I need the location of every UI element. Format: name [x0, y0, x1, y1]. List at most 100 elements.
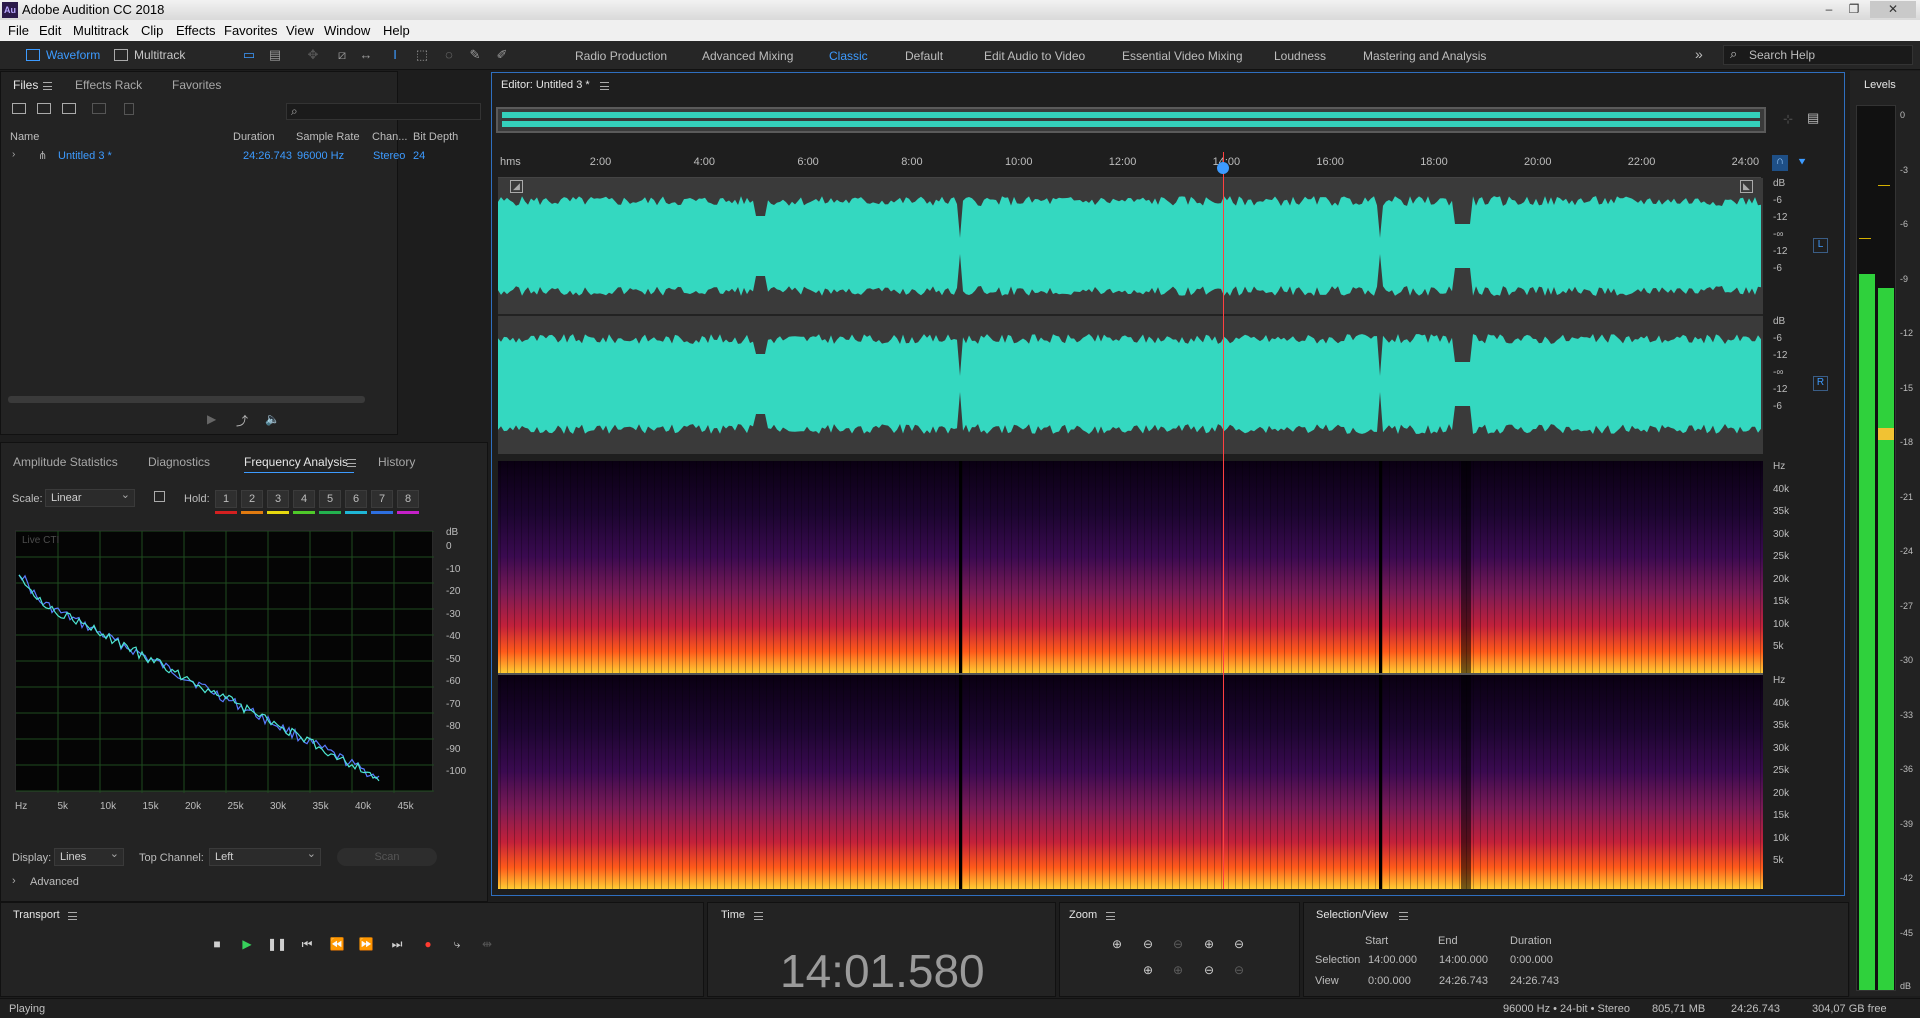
fast-forward-icon[interactable]: ⏩ — [355, 934, 377, 954]
workspace-edit-audio-to-video[interactable]: Edit Audio to Video — [984, 49, 1085, 63]
tab-history[interactable]: History — [378, 455, 415, 469]
loop-preview-icon[interactable]: ⤴ — [236, 412, 248, 429]
record-icon[interactable]: ● — [417, 934, 439, 954]
expand-chevron-icon[interactable]: › — [12, 149, 15, 160]
selection-duration[interactable]: 0:00.000 — [1510, 954, 1553, 966]
selection-view-menu-icon[interactable] — [1399, 912, 1408, 920]
col-sample-rate[interactable]: Sample Rate — [296, 131, 360, 143]
playhead-line[interactable] — [1223, 152, 1224, 889]
move-tool-icon[interactable]: ✥ — [305, 47, 321, 63]
col-duration[interactable]: Duration — [233, 131, 275, 143]
stop-icon[interactable]: ■ — [206, 934, 228, 954]
rewind-icon[interactable]: ⏪ — [326, 934, 348, 954]
workspace-radio-production[interactable]: Radio Production — [575, 49, 667, 63]
waveform-view-icon[interactable]: ▭ — [241, 47, 257, 63]
zoom-in-selection-icon[interactable]: ⊕ — [1198, 934, 1220, 954]
tab-effects-rack[interactable]: Effects Rack — [75, 78, 142, 92]
zoom-out-amplitude-icon[interactable]: ⊖ — [1137, 934, 1159, 954]
col-name[interactable]: Name — [10, 131, 39, 143]
time-selection-tool-icon[interactable]: I — [387, 47, 403, 63]
menu-clip[interactable]: Clip — [141, 23, 163, 38]
new-file-icon[interactable] — [62, 103, 76, 114]
minimize-button[interactable]: – — [1818, 1, 1840, 18]
files-menu-icon[interactable] — [43, 82, 52, 90]
time-menu-icon[interactable] — [754, 912, 763, 920]
frequency-analysis-menu-icon[interactable] — [347, 459, 356, 467]
workspace-classic[interactable]: Classic — [829, 49, 868, 63]
hold-button-4[interactable]: 4 — [293, 490, 315, 508]
play-icon[interactable]: ▶ — [236, 934, 258, 954]
razor-tool-icon[interactable]: ⧄ — [334, 47, 350, 63]
more-workspaces-icon[interactable]: » — [1695, 46, 1703, 62]
menu-view[interactable]: View — [286, 23, 314, 38]
marker-pin-icon[interactable]: ⯆ — [1794, 155, 1810, 171]
search-help-input[interactable]: ⌕ Search Help — [1723, 45, 1913, 65]
zoom-reset-icon[interactable]: ⊖ — [1228, 960, 1250, 980]
skip-next-icon[interactable]: ⏭ — [386, 934, 408, 954]
delete-file-icon[interactable] — [124, 103, 134, 115]
files-search-input[interactable]: ⌕ — [286, 103, 481, 120]
spot-healing-tool-icon[interactable]: ✐ — [494, 47, 510, 63]
hold-button-5[interactable]: 5 — [319, 490, 341, 508]
lasso-tool-icon[interactable]: ◌ — [441, 47, 457, 63]
view-end[interactable]: 24:26.743 — [1439, 975, 1488, 987]
import-file-icon[interactable] — [37, 103, 51, 114]
advanced-chevron-icon[interactable]: › — [12, 875, 16, 887]
view-duration[interactable]: 24:26.743 — [1510, 975, 1559, 987]
channel-right-toggle[interactable]: R — [1813, 376, 1828, 391]
multitrack-mode-button[interactable]: Multitrack — [112, 45, 185, 65]
brush-tool-icon[interactable]: ✎ — [467, 47, 483, 63]
workspace-default[interactable]: Default — [905, 49, 943, 63]
display-dropdown[interactable]: Lines — [54, 846, 124, 866]
editor-menu-icon[interactable] — [600, 82, 609, 90]
menu-window[interactable]: Window — [324, 23, 370, 38]
slip-tool-icon[interactable]: ↔ — [358, 47, 374, 63]
menu-favorites[interactable]: Favorites — [224, 23, 277, 38]
zoom-menu-icon[interactable] — [1106, 912, 1115, 920]
zoom-navigator-icon[interactable]: ⊹ — [1783, 112, 1793, 126]
snap-icon[interactable]: ∩ — [1772, 155, 1788, 171]
playhead-handle[interactable] — [1217, 162, 1229, 174]
channel-left-toggle[interactable]: L — [1813, 238, 1828, 253]
current-time-display[interactable]: 14:01.580 — [780, 944, 985, 998]
spectral-display[interactable] — [498, 461, 1763, 889]
tab-favorites[interactable]: Favorites — [172, 78, 221, 92]
skip-selection-icon[interactable]: ⇹ — [476, 934, 498, 954]
play-preview-icon[interactable]: ▶ — [207, 412, 216, 426]
zoom-out-selection-icon[interactable]: ⊖ — [1228, 934, 1250, 954]
col-bit-depth[interactable]: Bit Depth — [413, 131, 458, 143]
menu-file[interactable]: File — [8, 23, 29, 38]
hold-button-8[interactable]: 8 — [397, 490, 419, 508]
file-name[interactable]: Untitled 3 * — [58, 150, 112, 162]
hold-button-3[interactable]: 3 — [267, 490, 289, 508]
zoom-to-selection-icon[interactable]: ⊕ — [1167, 960, 1189, 980]
zoom-in-time-icon[interactable]: ⊕ — [1137, 960, 1159, 980]
waveform-display[interactable]: ◢ ◣ — [498, 178, 1763, 454]
open-file-icon[interactable] — [12, 103, 26, 114]
col-channels[interactable]: Chan... — [372, 131, 407, 143]
autoplay-icon[interactable]: 🔈 — [265, 412, 280, 426]
tab-amplitude-statistics[interactable]: Amplitude Statistics — [13, 455, 118, 469]
spectral-view-icon[interactable]: ▤ — [267, 47, 283, 63]
fade-in-handle-icon[interactable]: ◢ — [510, 180, 523, 193]
menu-help[interactable]: Help — [383, 23, 410, 38]
editor-settings-icon[interactable]: ▤ — [1807, 110, 1819, 126]
insert-multitrack-icon[interactable] — [92, 103, 106, 114]
skip-previous-icon[interactable]: ⏮ — [296, 934, 318, 954]
horizontal-scrollbar[interactable] — [8, 396, 365, 403]
hold-button-7[interactable]: 7 — [371, 490, 393, 508]
overview-navigator[interactable] — [496, 107, 1766, 133]
transport-menu-icon[interactable] — [68, 912, 77, 920]
zoom-out-full-icon[interactable]: ⊖ — [1167, 934, 1189, 954]
workspace-loudness[interactable]: Loudness — [1274, 49, 1326, 63]
tab-files[interactable]: Files — [13, 78, 38, 92]
marquee-tool-icon[interactable]: ⬚ — [414, 47, 430, 63]
workspace-mastering-analysis[interactable]: Mastering and Analysis — [1363, 49, 1486, 63]
workspace-essential-video-mixing[interactable]: Essential Video Mixing — [1122, 49, 1243, 63]
hold-button-2[interactable]: 2 — [241, 490, 263, 508]
menu-edit[interactable]: Edit — [39, 23, 61, 38]
scale-dropdown[interactable]: Linear — [45, 487, 135, 507]
workspace-advanced-mixing[interactable]: Advanced Mixing — [702, 49, 793, 63]
zoom-in-amplitude-icon[interactable]: ⊕ — [1106, 934, 1128, 954]
selection-start[interactable]: 14:00.000 — [1368, 954, 1417, 966]
